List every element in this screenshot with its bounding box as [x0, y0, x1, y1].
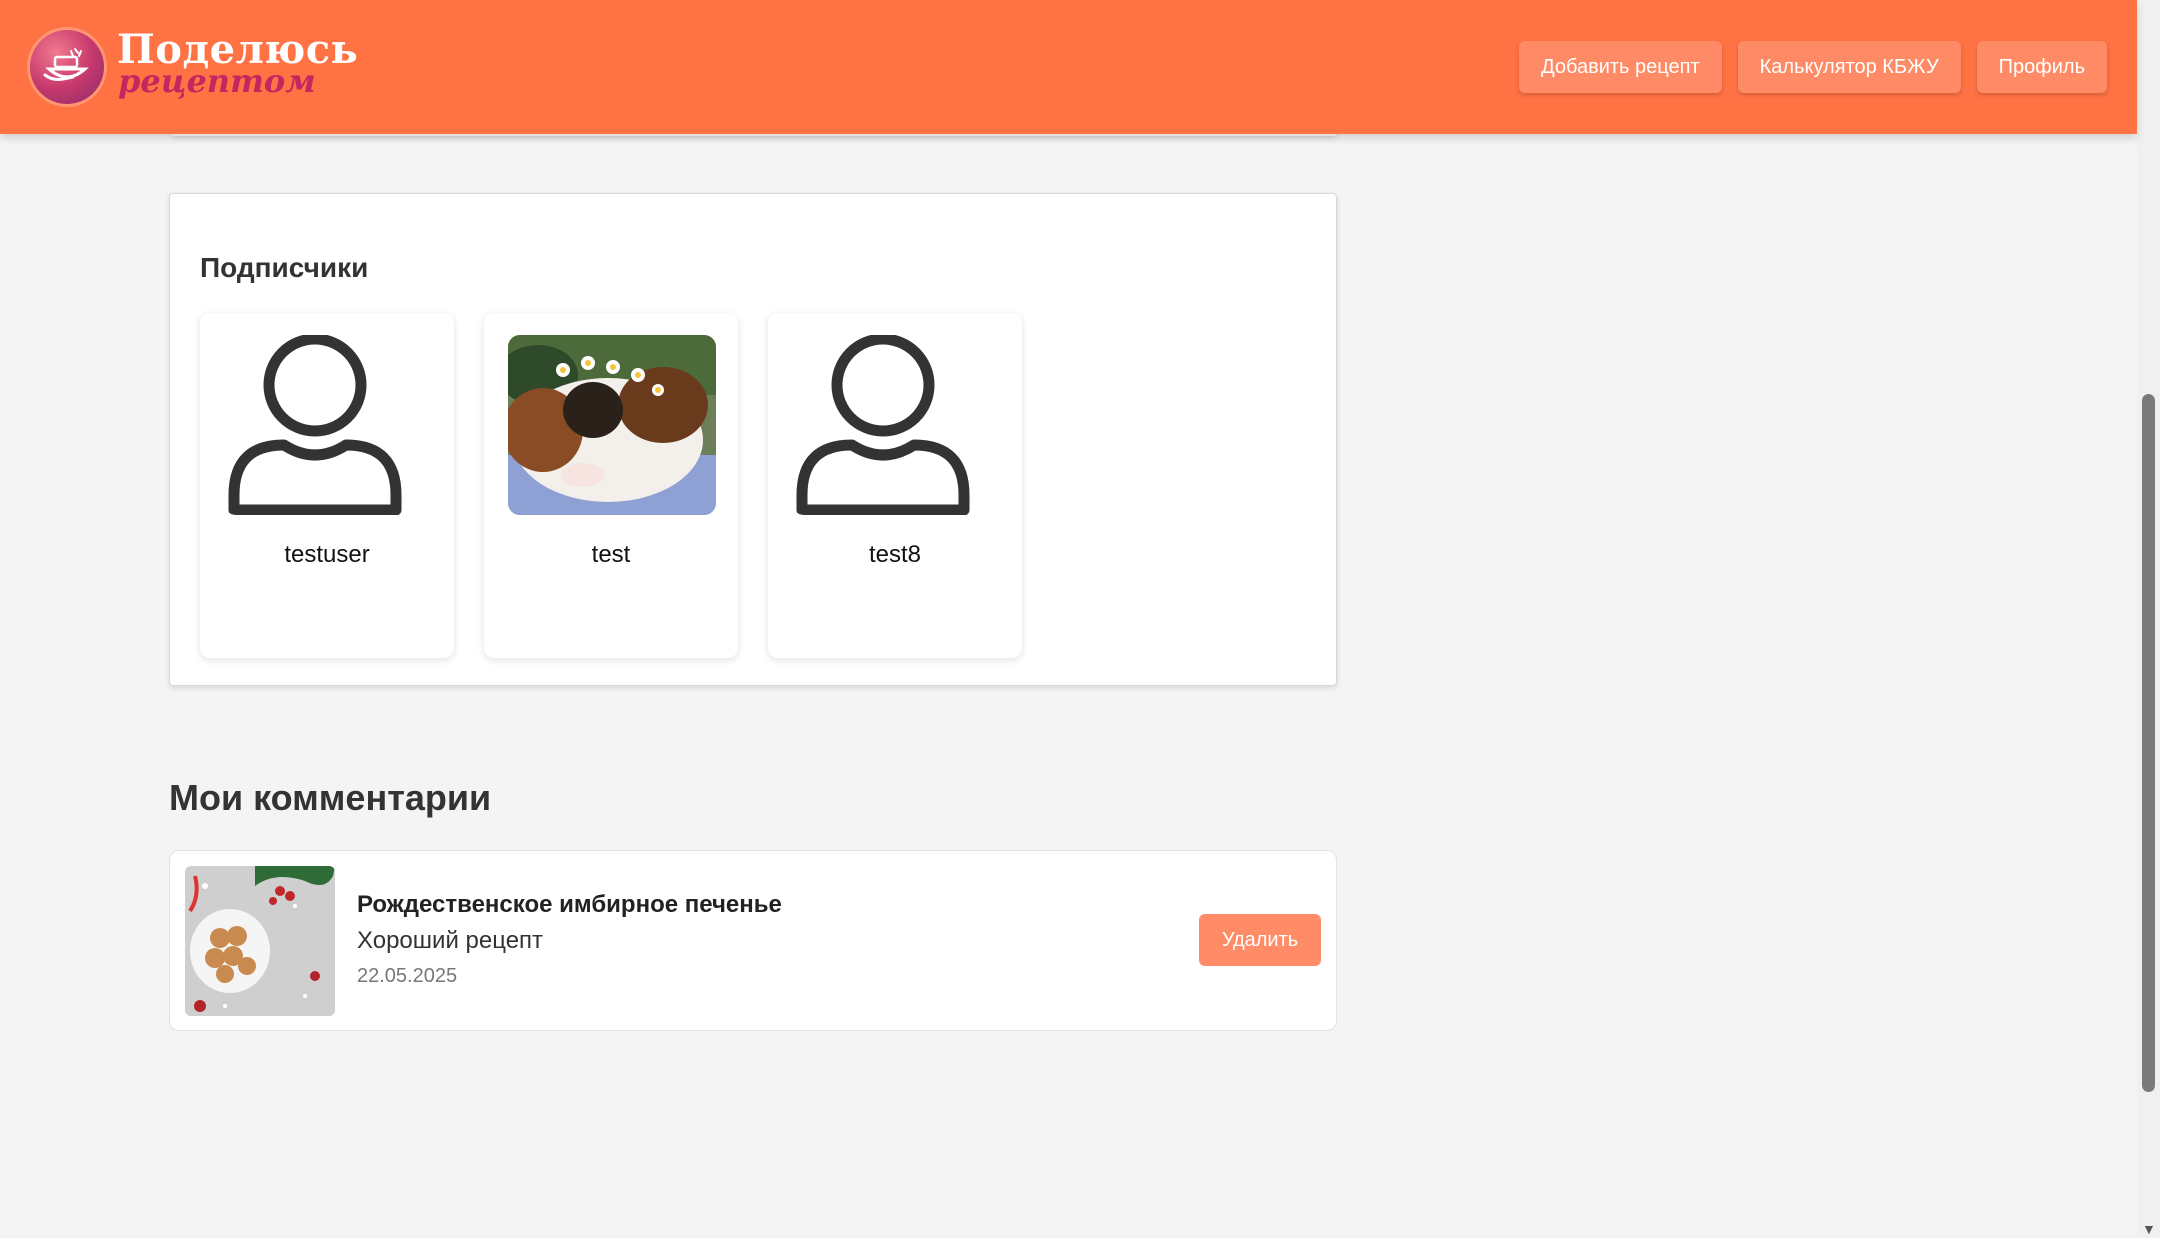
subscribers-section: Подписчики testuser test test8 [169, 193, 1337, 686]
profile-button[interactable]: Профиль [1976, 41, 2107, 93]
site-logo[interactable]: Поделюсь рецептом [30, 26, 358, 108]
subscriber-name: test8 [868, 541, 922, 568]
comment-text: Хороший рецепт [357, 927, 544, 954]
main-nav: Добавить рецепт Калькулятор КБЖУ Профиль [1519, 41, 2107, 93]
user-placeholder-icon [792, 335, 1000, 515]
comments-title: Мои комментарии [169, 777, 492, 818]
logo-emblem-icon [30, 30, 104, 104]
delete-comment-button[interactable]: Удалить [1199, 914, 1321, 966]
comment-date: 22.05.2025 [357, 965, 458, 987]
user-placeholder-icon [224, 335, 432, 515]
site-header: Поделюсь рецептом Добавить рецепт Кальку… [0, 0, 2137, 134]
subscriber-card-testuser[interactable]: testuser [200, 313, 454, 658]
calculator-button[interactable]: Калькулятор КБЖУ [1737, 41, 1961, 93]
add-recipe-button[interactable]: Добавить рецепт [1519, 41, 1722, 93]
subscribers-title: Подписчики [200, 252, 369, 283]
comment-recipe-title[interactable]: Рождественское имбирное печенье [357, 891, 782, 919]
recipe-thumbnail[interactable] [185, 866, 335, 1016]
logo-text-sub: рецептом [118, 62, 316, 100]
subscriber-card-test[interactable]: test [484, 313, 738, 658]
subscriber-name: test [591, 541, 631, 568]
scroll-down-arrow-icon[interactable]: ▼ [2142, 1222, 2156, 1236]
guinea-pig-photo [508, 335, 716, 515]
scrollbar-thumb[interactable] [2142, 394, 2155, 1092]
subscriber-card-test8[interactable]: test8 [768, 313, 1022, 658]
page-scrollbar[interactable]: ▼ [2137, 0, 2160, 1238]
comment-card: Рождественское имбирное печенье Хороший … [169, 850, 1337, 1031]
subscriber-name: testuser [284, 541, 370, 568]
